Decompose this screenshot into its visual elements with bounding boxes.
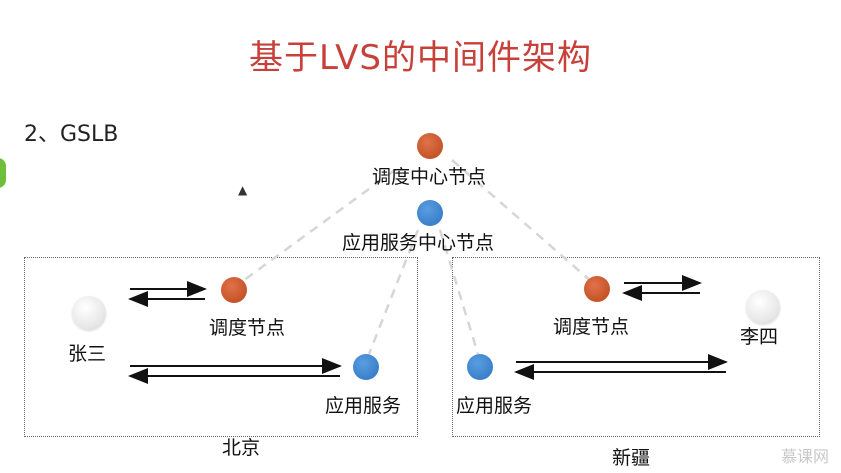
region-xinjiang-label: 新疆 bbox=[612, 447, 651, 469]
beijing-app-node bbox=[353, 354, 379, 380]
beijing-user-node bbox=[72, 296, 106, 330]
xinjiang-app-node bbox=[467, 354, 493, 380]
mouse-cursor-icon: ▲ bbox=[238, 183, 248, 197]
beijing-app-label: 应用服务 bbox=[325, 395, 402, 417]
app-center-label: 应用服务中心节点 bbox=[342, 232, 495, 254]
beijing-scheduler-label: 调度节点 bbox=[209, 317, 286, 339]
watermark-logo: 慕课网 bbox=[780, 447, 829, 466]
beijing-scheduler-node bbox=[221, 277, 247, 303]
scheduler-center-label: 调度中心节点 bbox=[372, 166, 487, 188]
xinjiang-scheduler-node bbox=[584, 276, 610, 302]
edge-decoration-icon bbox=[0, 158, 6, 188]
app-center-node bbox=[417, 200, 443, 226]
xinjiang-user-node bbox=[746, 290, 780, 324]
xinjiang-app-label: 应用服务 bbox=[456, 395, 533, 417]
xinjiang-user-label: 李四 bbox=[740, 326, 779, 348]
beijing-user-label: 张三 bbox=[68, 343, 107, 365]
xinjiang-scheduler-label: 调度节点 bbox=[553, 316, 630, 338]
region-beijing-label: 北京 bbox=[222, 437, 261, 459]
scheduler-center-node bbox=[417, 133, 443, 159]
